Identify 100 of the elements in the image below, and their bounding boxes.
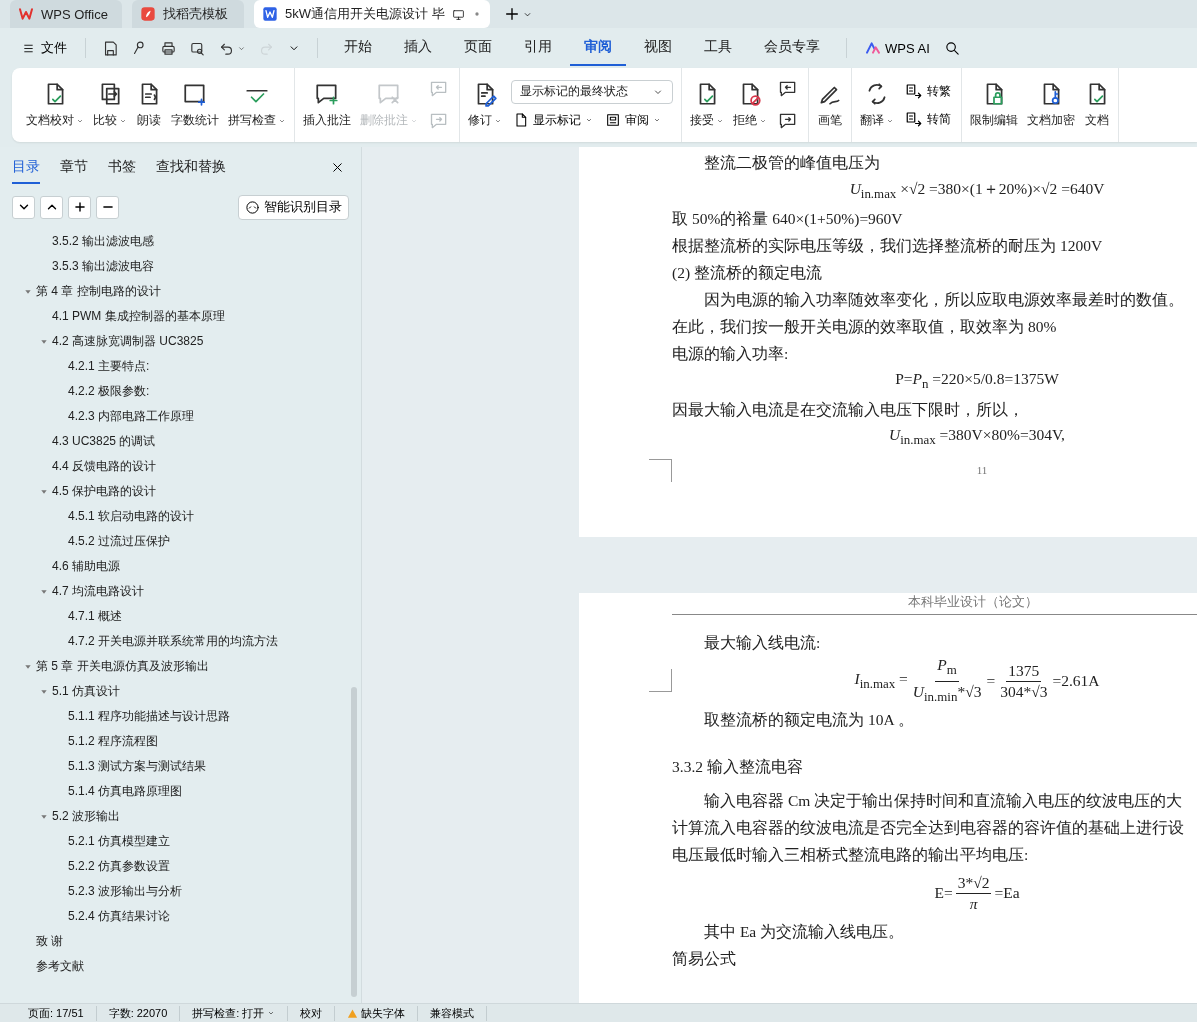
- toc-item[interactable]: 参考文献: [36, 958, 84, 975]
- paragraph: 计算流入电容器的纹波电流是否完全达到电容器的容许值的基础上进行设: [672, 818, 1185, 838]
- triangle-icon[interactable]: [24, 662, 32, 671]
- add-level-button[interactable]: [68, 195, 91, 219]
- triangle-icon[interactable]: [40, 812, 48, 821]
- ribbon-tab[interactable]: 插入: [390, 30, 446, 66]
- ribbon-tab[interactable]: 页面: [450, 30, 506, 66]
- toc-item[interactable]: 4.1 PWM 集成控制器的基本原理: [52, 308, 225, 325]
- smart-toc-button[interactable]: 智能识别目录: [238, 194, 349, 220]
- ribbon-tab[interactable]: 审阅: [570, 30, 626, 66]
- toc-item[interactable]: 3.5.3 输出滤波电容: [52, 258, 155, 275]
- toc-item[interactable]: 4.5.2 过流过压保护: [68, 533, 171, 550]
- toolbar-button[interactable]: 转繁: [903, 80, 953, 102]
- formula-text: U$_{in.max}$ =380V×80%=304V,: [889, 426, 1065, 449]
- ai-logo-icon: [865, 40, 881, 56]
- formula-text: =2.61A: [1052, 672, 1100, 690]
- toc-item[interactable]: 5.1.4 仿真电路原理图: [68, 783, 183, 800]
- status-item[interactable]: 字数: 22070: [96, 1005, 181, 1021]
- toc-item[interactable]: 4.5.1 软启动电路的设计: [68, 508, 195, 525]
- toolbar-button[interactable]: 拼写检查: [224, 77, 290, 133]
- toolbar-button[interactable]: 文档: [1080, 77, 1114, 133]
- toolbar-button[interactable]: 朗读: [132, 77, 166, 133]
- tab[interactable]: 5kW通信用开关电源设计 毕: [254, 0, 490, 28]
- status-item[interactable]: 拼写检查: 打开: [180, 1005, 289, 1021]
- convert-icon: [905, 110, 923, 128]
- triangle-icon[interactable]: [24, 287, 32, 296]
- ribbon-tab[interactable]: 工具: [690, 30, 746, 66]
- status-item[interactable]: 校对: [288, 1005, 336, 1021]
- toc-item[interactable]: 5.2.3 波形输出与分析: [68, 883, 183, 900]
- toolbar-button[interactable]: 字数统计: [167, 77, 223, 133]
- toc-item[interactable]: 4.7.2 开关电源并联系统常用的均流方法: [68, 633, 279, 650]
- remove-level-button[interactable]: [96, 195, 119, 219]
- ai-button[interactable]: WPS AI: [859, 36, 936, 60]
- toolbar-button[interactable]: 显示标记: [511, 109, 595, 131]
- scrollbar[interactable]: [351, 687, 357, 997]
- paragraph: 因最大输入电流是在交流输入电压下限时，所以，: [672, 400, 1025, 420]
- toc-item[interactable]: 4.7.1 概述: [68, 608, 123, 625]
- toolbar-button[interactable]: 翻译: [856, 77, 898, 133]
- toc-item[interactable]: 5.2.2 仿真参数设置: [68, 858, 171, 875]
- collapse-button[interactable]: [12, 195, 35, 219]
- toc-item[interactable]: 第 5 章 开关电源仿真及波形输出: [36, 658, 209, 675]
- panel-tab[interactable]: 书签: [108, 150, 136, 184]
- tab[interactable]: 找稻壳模板: [132, 0, 244, 28]
- comment-plus-icon: [314, 81, 340, 107]
- status-item[interactable]: 页面: 17/51: [16, 1005, 97, 1021]
- page-number: 11: [975, 464, 989, 476]
- toolbar-button[interactable]: 画笔: [813, 77, 847, 133]
- toc-item[interactable]: 4.2 高速脉宽调制器 UC3825: [52, 333, 204, 350]
- toc-item[interactable]: 4.2.1 主要特点:: [68, 358, 150, 375]
- toolbar-button[interactable]: 转简: [903, 108, 953, 130]
- toolbar-button[interactable]: 插入批注: [299, 77, 355, 133]
- toolbar-button[interactable]: 限制编辑: [966, 77, 1022, 133]
- toc-item[interactable]: 4.2.2 极限参数:: [68, 383, 150, 400]
- toolbar-button[interactable]: 审阅: [603, 109, 663, 131]
- toolbar-button[interactable]: 比较: [89, 77, 131, 133]
- toc-item[interactable]: 4.3 UC3825 的调试: [52, 433, 156, 450]
- plus-icon: [72, 200, 87, 214]
- paragraph: 最大输入线电流:: [703, 633, 822, 653]
- toc-item[interactable]: 4.4 反馈电路的设计: [52, 458, 156, 475]
- status-item[interactable]: 兼容模式: [418, 1005, 488, 1021]
- toolbar-button[interactable]: 文档校对: [22, 77, 88, 133]
- toc-item[interactable]: 5.1.2 程序流程图: [68, 733, 159, 750]
- ribbon-tab[interactable]: 会员专享: [750, 30, 834, 66]
- toolbar-button[interactable]: 接受: [686, 77, 728, 133]
- paragraph: 电压最低时输入三相桥式整流电路的输出平均电压:: [672, 845, 1030, 865]
- ribbon-tab[interactable]: 开始: [330, 30, 386, 66]
- section-heading: 3.3.2 输入整流电容: [672, 757, 804, 777]
- toc-item[interactable]: 5.2 波形输出: [52, 808, 120, 825]
- ribbon-tab[interactable]: 引用: [510, 30, 566, 66]
- toolbar-button[interactable]: 文档加密: [1023, 77, 1079, 133]
- panel-tab[interactable]: 目录: [12, 150, 40, 184]
- panel-tab[interactable]: 章节: [60, 150, 88, 184]
- toc-item[interactable]: 4.7 均流电路设计: [52, 583, 144, 600]
- toc-item[interactable]: 4.2.3 内部电路工作原理: [68, 408, 195, 425]
- expand-button[interactable]: [40, 195, 63, 219]
- triangle-icon[interactable]: [40, 487, 48, 496]
- toc-item[interactable]: 致 谢: [36, 933, 64, 950]
- toc-item[interactable]: 5.1.1 程序功能描述与设计思路: [68, 708, 231, 725]
- toc-item[interactable]: 3.5.2 输出滤波电感: [52, 233, 155, 250]
- status-item[interactable]: 缺失字体: [335, 1005, 419, 1021]
- ribbon-tab[interactable]: 视图: [630, 30, 686, 66]
- tab[interactable]: WPS Office: [10, 0, 122, 28]
- plus-icon: [503, 6, 520, 22]
- triangle-icon[interactable]: [40, 687, 48, 696]
- toc-item[interactable]: 5.2.1 仿真模型建立: [68, 833, 171, 850]
- file-menu[interactable]: 文件: [16, 35, 73, 61]
- triangle-icon[interactable]: [40, 337, 48, 346]
- counter-icon: [182, 81, 208, 107]
- toolbar-button[interactable]: 修订: [464, 77, 506, 133]
- toc-item[interactable]: 5.1.3 测试方案与测试结果: [68, 758, 207, 775]
- markup-dropdown[interactable]: 显示标记的最终状态: [511, 79, 673, 104]
- toc-item[interactable]: 第 4 章 控制电路的设计: [36, 283, 161, 300]
- toc-item[interactable]: 5.2.4 仿真结果讨论: [68, 908, 171, 925]
- toolbar-button[interactable]: 拒绝: [729, 77, 771, 133]
- triangle-icon[interactable]: [40, 587, 48, 596]
- fraction: P$_{m}$ U$_{in.min}$*√3: [911, 655, 983, 706]
- panel-tab[interactable]: 查找和替换: [156, 150, 226, 184]
- toc-item[interactable]: 5.1 仿真设计: [52, 683, 120, 700]
- toc-item[interactable]: 4.6 辅助电源: [52, 558, 120, 575]
- toc-item[interactable]: 4.5 保护电路的设计: [52, 483, 156, 500]
